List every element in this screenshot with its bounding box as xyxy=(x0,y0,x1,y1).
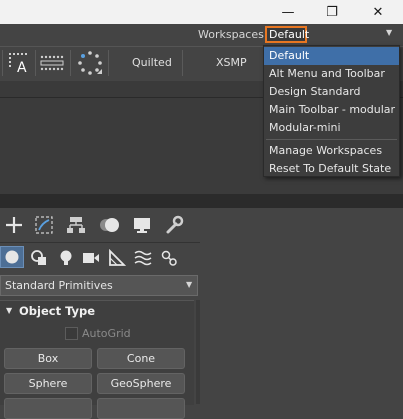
minimize-icon: — xyxy=(281,4,295,20)
close-button[interactable]: ✕ xyxy=(355,0,401,24)
toolbar-separator xyxy=(70,50,71,76)
cone-button[interactable]: Cone xyxy=(97,348,185,369)
geometry-icon xyxy=(5,250,19,264)
autogrid-checkbox[interactable] xyxy=(65,327,78,340)
helpers-icon[interactable] xyxy=(108,248,127,271)
menu-item-main-toolbar-modular[interactable]: Main Toolbar - modular xyxy=(264,101,399,119)
minimize-button[interactable]: — xyxy=(265,0,311,24)
menu-item-alt-menu[interactable]: Alt Menu and Toolbar xyxy=(264,65,399,83)
display-icon[interactable] xyxy=(132,215,152,239)
modify-icon[interactable] xyxy=(34,215,54,239)
chevron-down-icon[interactable]: ▼ xyxy=(386,28,392,37)
menu-item-modular-mini[interactable]: Modular-mini xyxy=(264,119,399,137)
rollout-title[interactable]: Object Type xyxy=(19,304,95,318)
xsmp-button[interactable]: XSMP xyxy=(216,56,247,69)
primitive-type-dropdown[interactable]: Standard Primitives xyxy=(0,275,198,296)
create-icon[interactable] xyxy=(4,215,24,239)
geosphere-button[interactable]: GeoSphere xyxy=(97,373,185,394)
geometry-button[interactable] xyxy=(0,246,24,268)
chevron-down-icon[interactable]: ▼ xyxy=(186,280,192,289)
menu-item-manage-workspaces[interactable]: Manage Workspaces xyxy=(264,142,399,160)
cameras-icon[interactable] xyxy=(82,250,100,270)
toolbar-separator xyxy=(2,50,3,76)
toolbar-separator xyxy=(108,50,109,76)
restore-icon: ❐ xyxy=(326,4,338,20)
panel-scrollbar[interactable] xyxy=(196,300,200,404)
restore-button[interactable]: ❐ xyxy=(309,0,355,24)
toolbar-separator xyxy=(182,50,183,76)
primitive-button[interactable] xyxy=(4,398,92,419)
workspaces-select[interactable]: Default xyxy=(265,26,309,43)
toolbar-separator xyxy=(35,50,36,76)
box-button[interactable]: Box xyxy=(4,348,92,369)
close-icon: ✕ xyxy=(372,4,384,20)
spacewarps-icon[interactable] xyxy=(134,249,152,271)
hierarchy-icon[interactable] xyxy=(66,215,86,239)
panel-divider[interactable] xyxy=(0,194,403,208)
workspaces-menu: Default Alt Menu and Toolbar Design Stan… xyxy=(263,45,400,177)
motion-icon[interactable] xyxy=(98,215,122,239)
menu-item-reset-default[interactable]: Reset To Default State xyxy=(264,160,399,178)
menu-item-design-standard[interactable]: Design Standard xyxy=(264,83,399,101)
workspaces-label: Workspaces: xyxy=(198,28,268,41)
sphere-button[interactable]: Sphere xyxy=(4,373,92,394)
menu-separator xyxy=(266,139,397,140)
svg-text:A: A xyxy=(17,60,27,75)
lights-icon[interactable] xyxy=(58,249,74,271)
dotted-bar-icon[interactable] xyxy=(40,53,64,77)
primitive-button[interactable] xyxy=(97,398,185,419)
dotted-circle-icon[interactable] xyxy=(77,50,103,80)
quilted-button[interactable]: Quilted xyxy=(132,56,172,69)
collapse-triangle-icon[interactable]: ▼ xyxy=(6,306,12,315)
menu-item-default[interactable]: Default xyxy=(264,47,399,65)
utilities-icon[interactable] xyxy=(164,215,184,239)
shapes-icon[interactable] xyxy=(30,249,48,271)
text-icon[interactable]: A xyxy=(8,51,32,79)
systems-icon[interactable] xyxy=(160,249,178,271)
autogrid-label: AutoGrid xyxy=(82,327,131,340)
